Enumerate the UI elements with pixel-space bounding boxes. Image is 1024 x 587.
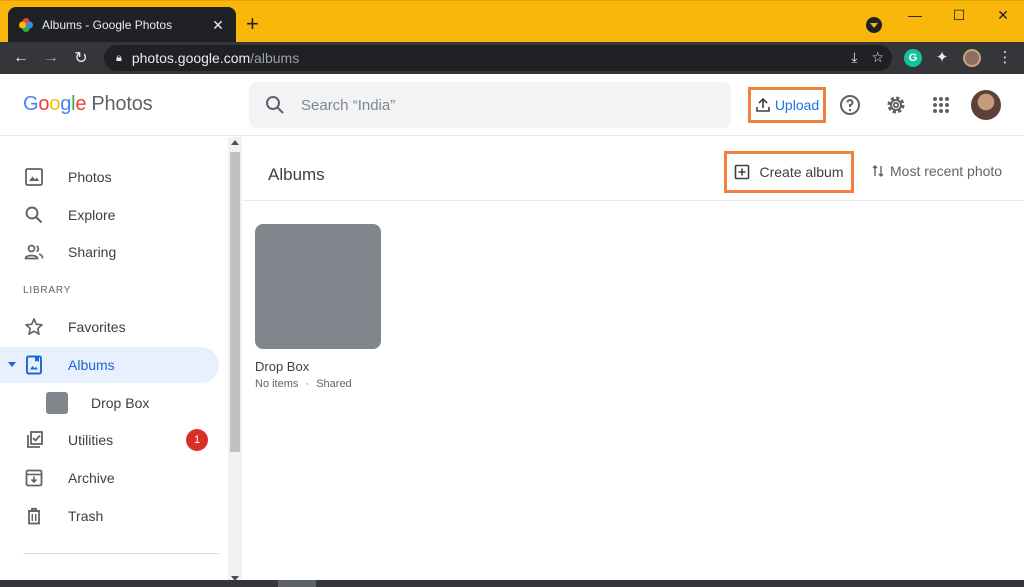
sidebar-item-drop-box[interactable]: Drop Box: [0, 385, 219, 421]
trash-icon: [28, 507, 40, 525]
browser-toolbar: ← → ↻ 🔒︎ photos.google.com/albums ⤓ ☆ G …: [0, 42, 1024, 74]
app-header: GooglePhotos Upload: [0, 74, 1024, 136]
help-icon[interactable]: [838, 93, 862, 117]
logo-letter: e: [75, 93, 87, 115]
browser-profile-avatar[interactable]: [963, 49, 981, 67]
main-content: Albums Create album Most recent photo Dr…: [242, 137, 1024, 587]
album-name: Drop Box: [255, 359, 310, 374]
meta-separator: ·: [305, 378, 310, 390]
sidebar-item-label: Archive: [68, 470, 115, 486]
extensions-icon[interactable]: ✦: [933, 49, 951, 67]
sidebar-item-photos[interactable]: Photos: [0, 159, 219, 195]
album-share-status: Shared: [316, 378, 352, 390]
sort-label: Most recent photo: [890, 163, 1003, 179]
sidebar-item-label: Favorites: [68, 319, 126, 335]
sidebar-scroll-thumb[interactable]: [230, 152, 240, 452]
horizontal-scrollbar[interactable]: [0, 580, 1024, 587]
upload-label: Upload: [774, 97, 820, 113]
logo-product-name: Photos: [91, 93, 153, 115]
library-section-label: LIBRARY: [23, 285, 72, 296]
sidebar-item-label: Drop Box: [91, 395, 150, 411]
back-icon[interactable]: ←: [6, 49, 36, 67]
forward-icon[interactable]: →: [36, 49, 66, 67]
url-path: /albums: [250, 50, 300, 66]
archive-icon: [25, 469, 43, 487]
sidebar-item-explore[interactable]: Explore: [0, 197, 219, 233]
install-app-icon[interactable]: ⤓: [851, 49, 857, 66]
scroll-up-arrow-icon[interactable]: [231, 140, 239, 145]
page-title: Albums: [268, 165, 325, 184]
add-box-icon: [735, 164, 750, 180]
sidebar-item-sharing[interactable]: Sharing: [0, 234, 219, 270]
photo-icon: [25, 168, 43, 186]
logo-letter: o: [49, 93, 61, 115]
sidebar-item-trash[interactable]: Trash: [0, 498, 219, 534]
reload-icon[interactable]: ↻: [66, 48, 96, 68]
minimize-button[interactable]: —: [900, 7, 930, 23]
sidebar-item-label: Explore: [68, 207, 116, 223]
horizontal-scroll-thumb[interactable]: [278, 580, 316, 587]
sidebar-item-albums[interactable]: Albums: [0, 347, 219, 383]
sort-icon: [872, 165, 884, 177]
sidebar-item-label: Sharing: [68, 244, 117, 260]
tab-title: Albums - Google Photos: [42, 18, 173, 32]
logo-letter: g: [60, 93, 72, 115]
content-divider: [242, 200, 1024, 201]
url-host: photos.google.com: [131, 50, 251, 66]
album-cover[interactable]: [255, 224, 381, 349]
sort-button[interactable]: Most recent photo: [870, 163, 1002, 179]
expand-caret-icon[interactable]: [8, 362, 16, 367]
google-photos-logo[interactable]: Google Photos: [23, 93, 153, 116]
apps-grid-icon[interactable]: [929, 93, 953, 117]
search-icon[interactable]: [263, 93, 287, 117]
search-input[interactable]: [301, 96, 701, 114]
sidebar-item-favorites[interactable]: Favorites: [0, 309, 219, 345]
sidebar-item-label: Albums: [68, 357, 115, 373]
google-photos-favicon: [19, 18, 33, 32]
browser-tab[interactable]: Albums - Google Photos ✕: [8, 7, 236, 43]
maximize-button[interactable]: ☐: [944, 7, 974, 24]
logo-letter: o: [38, 93, 50, 115]
avatar[interactable]: [971, 90, 1001, 120]
album-thumbnail: [46, 392, 68, 414]
lock-icon: 🔒︎: [116, 51, 122, 64]
logo-letter: G: [23, 93, 39, 115]
address-bar[interactable]: 🔒︎ photos.google.com/albums ⤓ ☆: [104, 45, 892, 71]
create-album-label: Create album: [759, 164, 844, 180]
album-icon: [26, 355, 42, 375]
sidebar-item-utilities[interactable]: Utilities 1: [0, 422, 219, 458]
album-card[interactable]: Drop Box No items · Shared: [255, 224, 381, 390]
album-meta: No items · Shared: [255, 378, 381, 390]
search-icon: [25, 206, 43, 224]
browser-titlebar: Albums - Google Photos ✕ + — ☐ ✕: [0, 0, 1024, 43]
new-tab-button[interactable]: +: [246, 13, 259, 35]
sidebar-item-label: Utilities: [68, 432, 114, 448]
star-icon: [25, 318, 43, 335]
tab-search-icon[interactable]: [866, 17, 882, 33]
settings-icon[interactable]: [884, 93, 908, 117]
upload-icon: [756, 97, 770, 112]
checklist-icon: [27, 431, 43, 448]
sidebar-item-archive[interactable]: Archive: [0, 460, 219, 496]
grammarly-extension-icon[interactable]: G: [904, 49, 922, 67]
people-icon: [24, 244, 44, 260]
close-window-button[interactable]: ✕: [988, 7, 1018, 24]
browser-menu-icon[interactable]: ⋮: [996, 49, 1014, 67]
sidebar-item-label: Photos: [68, 169, 112, 185]
tab-close-icon[interactable]: ✕: [210, 17, 226, 34]
sidebar-item-label: Trash: [68, 508, 104, 524]
notification-badge: 1: [186, 429, 208, 451]
sidebar: Photos Explore Sharing LIBRARY Favorites…: [0, 137, 228, 587]
album-item-count: No items: [255, 378, 299, 390]
sidebar-divider: [23, 553, 219, 554]
bookmark-star-icon[interactable]: ☆: [871, 49, 884, 66]
upload-button[interactable]: Upload: [748, 87, 826, 123]
create-album-button[interactable]: Create album: [724, 151, 854, 193]
search-bar[interactable]: [249, 82, 731, 128]
